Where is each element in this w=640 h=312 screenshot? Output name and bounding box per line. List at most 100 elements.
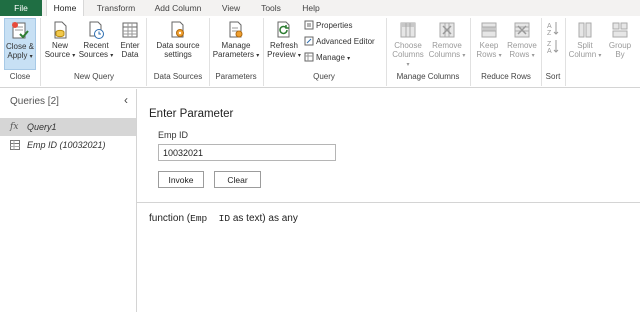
ribbon: Close & Apply ▾ Close New Source ▾ Recen… [0,16,640,88]
data-source-settings-icon [171,21,184,38]
function-signature: function (Emp ID as text) as any [149,213,298,224]
manage-parameters-icon [229,21,243,38]
sort-icon: A Z Z A [547,22,559,55]
new-source-label-1: New [51,41,68,50]
new-source-label-2: Source ▾ [44,50,76,59]
refresh-icon [277,21,290,38]
ribbon-separator [565,18,566,86]
emp-id-input[interactable] [158,144,336,161]
close-apply-icon [12,22,29,39]
manage-parameters-label-1: Manage [221,41,251,50]
tab-home[interactable]: Home [46,0,84,17]
recent-sources-button[interactable]: Recent Sources ▾ [78,18,114,61]
group-new-query-label: New Query [73,72,114,81]
remove-rows-label-2: Rows ▾ [509,50,535,59]
manage-parameters-label-2: Parameters ▾ [212,50,260,59]
parameter-panel: Enter Parameter Emp ID Invoke Clear func… [137,89,640,312]
advanced-editor-icon [304,36,314,46]
advanced-editor-button[interactable]: Advanced Editor [304,36,375,47]
properties-button[interactable]: Properties [304,20,352,31]
remove-columns-button[interactable]: Remove Columns ▾ [428,18,466,61]
remove-columns-label-1: Remove [432,41,462,50]
queries-pane: Queries [2] ‹ fx Query1 Emp ID (10032021… [0,89,137,312]
enter-data-label-2: Data [121,50,139,59]
svg-text:A: A [547,48,552,55]
tab-help[interactable]: Help [296,0,326,16]
signature-param: Emp ID [190,213,231,224]
tab-add-column[interactable]: Add Column [148,0,208,16]
tab-tools[interactable]: Tools [254,0,288,16]
remove-columns-icon [439,22,455,38]
data-source-settings-label-1: Data source [156,41,200,50]
split-column-label-2: Column ▾ [568,50,602,59]
remove-columns-label-2: Columns ▾ [428,50,466,59]
properties-label: Properties [316,21,353,30]
collapse-pane-icon[interactable]: ‹ [124,93,128,107]
recent-sources-label-2: Sources ▾ [78,50,114,59]
group-reduce-rows-label: Reduce Rows [481,72,531,81]
close-apply-label-2: Apply ▾ [7,51,33,60]
group-sort-label: Sort [545,72,561,81]
choose-columns-icon [400,22,416,38]
choose-columns-button[interactable]: Choose Columns ▾ [390,18,426,70]
emp-id-label: Emp ID [158,130,189,140]
remove-rows-label-1: Remove [507,41,537,50]
function-icon: fx [10,122,19,132]
group-by-icon [612,22,628,38]
sort-buttons[interactable]: A Z Z A [544,18,562,57]
remove-rows-button[interactable]: Remove Rows ▾ [506,18,538,61]
tab-view[interactable]: View [216,0,246,16]
group-manage-columns-label: Manage Columns [396,72,460,81]
query-item-query1[interactable]: fx Query1 [0,118,136,136]
enter-data-button[interactable]: Enter Data [116,18,144,59]
invoke-button[interactable]: Invoke [158,171,204,188]
refresh-preview-label-1: Refresh [269,41,298,50]
svg-text:Z: Z [547,41,552,48]
tab-file[interactable]: File [0,0,42,16]
ribbon-tab-bar: File Home Transform Add Column View Tool… [0,0,640,17]
group-parameters-label: Parameters [215,72,257,81]
query-item-emp-id[interactable]: Emp ID (10032021) [0,136,136,154]
advanced-editor-label: Advanced Editor [316,37,375,46]
svg-text:Z: Z [547,30,552,37]
split-column-label-1: Split [577,41,593,50]
divider [137,202,640,203]
group-query-label: Query [313,72,335,81]
ribbon-separator [386,18,387,86]
manage-icon [304,52,314,62]
page-title: Enter Parameter [149,108,234,120]
signature-prefix: function ( [149,213,191,224]
signature-suffix: as text) as any [230,213,298,224]
group-by-button[interactable]: Group By [604,18,636,59]
tab-transform[interactable]: Transform [90,0,142,16]
split-column-button[interactable]: Split Column ▾ [568,18,602,61]
group-by-label-1: Group [608,41,632,50]
data-source-settings-button[interactable]: Data source settings [150,18,206,59]
recent-sources-label-1: Recent [83,41,109,50]
group-data-sources-label: Data Sources [153,72,203,81]
queries-title: Queries [2] [10,96,59,107]
keep-rows-button[interactable]: Keep Rows ▾ [474,18,504,61]
choose-columns-label-1: Choose [394,41,422,50]
group-by-label-2: By [615,50,625,59]
recent-sources-icon [89,21,104,39]
manage-parameters-button[interactable]: Manage Parameters ▾ [212,18,260,61]
split-column-icon [578,22,592,38]
properties-icon [304,20,314,30]
close-apply-label-1: Close & [5,42,34,51]
clear-button[interactable]: Clear [214,171,261,188]
new-source-button[interactable]: New Source ▾ [44,18,76,61]
table-icon [10,136,20,157]
close-apply-button[interactable]: Close & Apply ▾ [4,18,36,70]
query-item-label: Emp ID (10032021) [27,140,106,150]
keep-rows-label-2: Rows ▾ [476,50,502,59]
choose-columns-label-2: Columns ▾ [392,50,424,68]
data-source-settings-label-2: settings [164,50,192,59]
refresh-preview-button[interactable]: Refresh Preview ▾ [266,18,302,61]
ribbon-separator [40,18,41,86]
group-close-label: Close [9,72,31,81]
manage-button[interactable]: Manage ▾ [304,52,350,65]
query-item-label: Query1 [27,122,57,132]
remove-rows-icon [514,22,530,38]
enter-data-icon [122,22,138,38]
